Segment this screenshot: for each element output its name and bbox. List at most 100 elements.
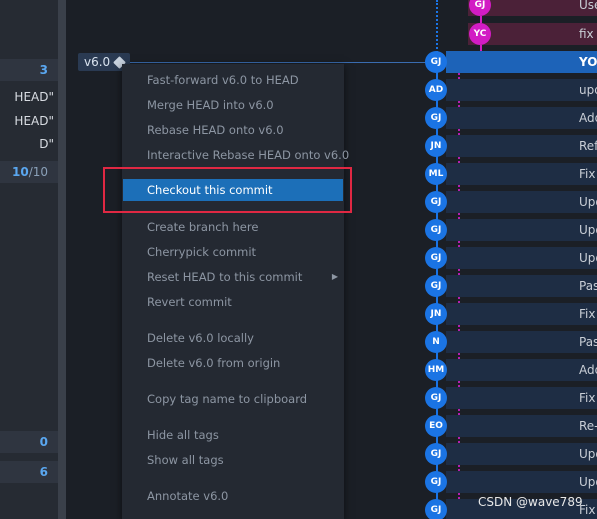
commit-message: Add — [579, 363, 597, 377]
commit-avatar[interactable]: GJ — [425, 275, 447, 297]
sidebar-item-label: HEAD" — [14, 114, 54, 128]
sidebar-item[interactable]: HEAD" — [0, 110, 58, 132]
commit-message: Upd — [579, 251, 597, 265]
section-count: 0 — [39, 435, 48, 449]
commit-avatar[interactable]: JN — [425, 135, 447, 157]
commit-row[interactable] — [446, 303, 597, 325]
menu-item[interactable]: Rebase HEAD onto v6.0 — [122, 119, 344, 141]
commit-message: Fix — [579, 167, 596, 181]
commit-row[interactable] — [446, 247, 597, 269]
commit-row[interactable] — [446, 275, 597, 297]
section-count: 6 — [39, 465, 48, 479]
menu-item[interactable]: Revert commit — [122, 291, 344, 313]
menu-item[interactable]: Show all tags — [122, 449, 344, 471]
menu-item[interactable]: Hide all tags — [122, 424, 344, 446]
menu-item[interactable]: Delete v6.0 from origin — [122, 352, 344, 374]
commit-avatar[interactable]: GJ — [425, 471, 447, 493]
section-count: 3 — [39, 63, 48, 77]
submenu-arrow-icon: ▶ — [331, 272, 338, 281]
commit-avatar[interactable]: N — [425, 331, 447, 353]
context-menu: Fast-forward v6.0 to HEAD Merge HEAD into… — [122, 64, 349, 519]
menu-item-label: Reset HEAD to this commit — [147, 270, 303, 284]
commit-message: Re- — [579, 419, 597, 433]
commit-row[interactable] — [446, 191, 597, 213]
menu-item-label: Interactive Rebase HEAD onto v6.0 — [147, 148, 350, 162]
commit-message: Upd — [579, 475, 597, 489]
menu-item-label: Revert commit — [147, 295, 232, 309]
sidebar-item[interactable]: HEAD" — [0, 86, 58, 108]
commit-avatar[interactable]: AD — [425, 79, 447, 101]
tag-name: v6.0 — [84, 55, 111, 69]
count-total: /10 — [28, 165, 48, 179]
menu-item[interactable]: Create branch here — [122, 216, 344, 238]
commit-avatar[interactable]: GJ — [425, 51, 447, 73]
commit-avatar[interactable]: GJ — [425, 247, 447, 269]
commit-message: Fix — [579, 307, 596, 321]
menu-item-label: Delete v6.0 from origin — [147, 356, 281, 370]
commit-message: Upd — [579, 195, 597, 209]
commit-avatar[interactable]: GJ — [425, 443, 447, 465]
commit-avatar[interactable]: GJ — [425, 499, 447, 519]
commit-row[interactable] — [446, 471, 597, 493]
menu-item-label: Fast-forward v6.0 to HEAD — [147, 73, 299, 87]
commit-avatar[interactable]: GJ — [425, 107, 447, 129]
commit-row[interactable] — [446, 387, 597, 409]
sidebar-section-row[interactable]: 0 — [0, 431, 58, 453]
commit-avatar[interactable]: JN — [425, 303, 447, 325]
menu-item-label: Delete v6.0 locally — [147, 331, 254, 345]
menu-item[interactable]: Cherrypick commit — [122, 241, 344, 263]
commit-message: Use — [579, 0, 597, 12]
commit-message: Add — [579, 111, 597, 125]
commit-message: Upd — [579, 447, 597, 461]
commit-avatar[interactable]: GJ — [425, 219, 447, 241]
menu-item-label: Create branch here — [147, 220, 259, 234]
commit-avatar[interactable]: ML — [425, 163, 447, 185]
sidebar-item-label: D" — [39, 137, 54, 151]
menu-item-label: Cherrypick commit — [147, 245, 257, 259]
commit-row[interactable] — [446, 415, 597, 437]
menu-item[interactable]: Copy tag name to clipboard — [122, 388, 344, 410]
menu-item-label: Merge HEAD into v6.0 — [147, 98, 274, 112]
commit-message: Ref — [579, 139, 597, 153]
commit-row[interactable] — [446, 135, 597, 157]
commit-avatar[interactable]: HM — [425, 359, 447, 381]
commit-row[interactable] — [446, 51, 597, 73]
menu-item-label: Annotate v6.0 — [147, 489, 229, 503]
menu-item[interactable]: Fast-forward v6.0 to HEAD — [122, 69, 344, 91]
sidebar-section-row[interactable]: 10/10 — [0, 161, 58, 183]
commit-row[interactable] — [446, 107, 597, 129]
highlight-box — [103, 167, 352, 213]
menu-item[interactable]: Reset HEAD to this commit ▶ — [122, 266, 344, 288]
commit-row[interactable] — [446, 79, 597, 101]
menu-item[interactable]: Merge HEAD into v6.0 — [122, 94, 344, 116]
menu-item[interactable]: Delete v6.0 locally — [122, 327, 344, 349]
menu-item[interactable]: Annotate v6.0 — [122, 485, 344, 507]
commit-message: fix — [579, 27, 594, 41]
commit-message: Fix — [579, 391, 596, 405]
commit-avatar[interactable]: EO — [425, 415, 447, 437]
commit-row[interactable] — [446, 443, 597, 465]
tag-connector-line — [128, 62, 428, 63]
commit-avatar[interactable]: GJ — [425, 387, 447, 409]
watermark: CSDN @wave789 — [478, 495, 583, 509]
commit-row[interactable] — [446, 359, 597, 381]
commit-avatar[interactable]: GJ — [425, 191, 447, 213]
panel-splitter[interactable] — [58, 0, 66, 519]
sidebar-item-label: HEAD" — [14, 90, 54, 104]
commit-row[interactable] — [446, 331, 597, 353]
commit-message: Upd — [579, 223, 597, 237]
count-value: 10 — [11, 165, 29, 179]
commit-message: upd — [579, 83, 597, 97]
sidebar-section-row[interactable]: 6 — [0, 461, 58, 483]
commit-row[interactable] — [446, 163, 597, 185]
left-sidebar: 3 HEAD" HEAD" D" 10/10 0 6 — [0, 0, 58, 519]
section-count: 10/10 — [12, 161, 48, 183]
commit-row[interactable] — [446, 219, 597, 241]
sidebar-section-row[interactable]: 3 — [0, 59, 58, 81]
menu-item-label: Hide all tags — [147, 428, 219, 442]
commit-avatar[interactable]: YC — [469, 23, 491, 45]
menu-item[interactable]: Interactive Rebase HEAD onto v6.0 — [122, 144, 349, 166]
menu-item-label: Copy tag name to clipboard — [147, 392, 308, 406]
menu-item-label: Show all tags — [147, 453, 224, 467]
sidebar-item[interactable]: D" — [0, 133, 58, 155]
